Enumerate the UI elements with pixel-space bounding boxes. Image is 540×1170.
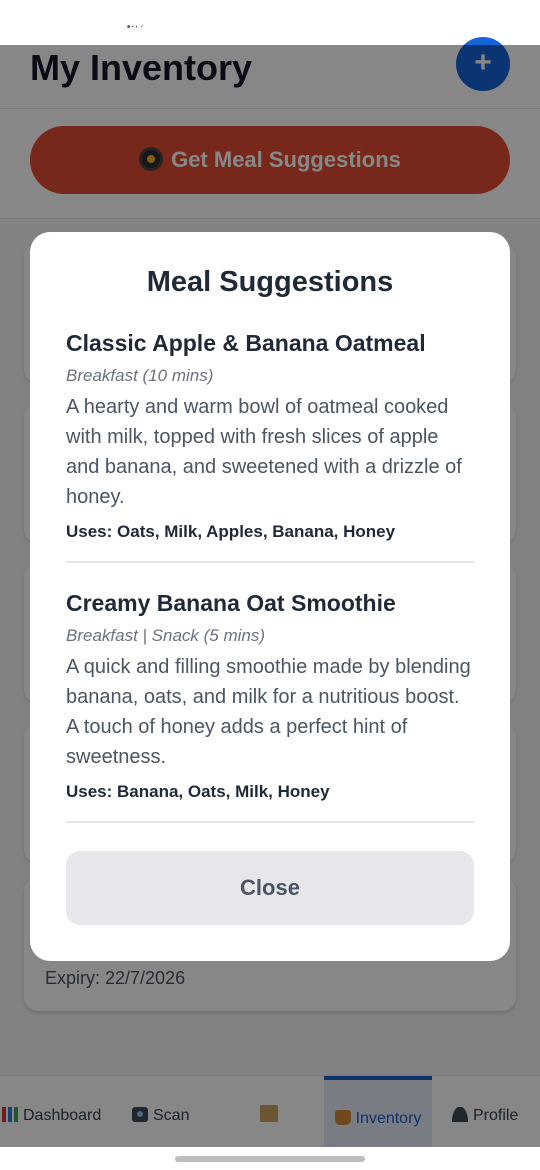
meal-ingredients: Uses: Banana, Oats, Milk, Honey	[66, 782, 330, 801]
app-screen: ■ ▪ ◐ ✓ My Inventory + Get Meal Suggesti…	[0, 0, 540, 1170]
meal-name: Creamy Banana Oat Smoothie	[66, 590, 396, 616]
meal-category: Breakfast (10 mins)	[66, 366, 214, 385]
status-bar: ■ ▪ ◐ ✓	[0, 0, 540, 45]
meal-description: A quick and filling smoothie made by ble…	[66, 656, 471, 768]
close-button[interactable]: Close	[66, 851, 474, 925]
gesture-bar	[0, 1147, 540, 1170]
meal-suggestion: Creamy Banana Oat Smoothie Breakfast | S…	[66, 588, 474, 804]
meal-name: Classic Apple & Banana Oatmeal	[66, 330, 426, 356]
home-indicator[interactable]	[175, 1156, 365, 1162]
meal-description: A hearty and warm bowl of oatmeal cooked…	[66, 396, 462, 508]
divider	[66, 561, 474, 563]
meal-suggestions-modal: Meal Suggestions Classic Apple & Banana …	[30, 232, 510, 961]
divider	[66, 821, 474, 823]
meal-ingredients: Uses: Oats, Milk, Apples, Banana, Honey	[66, 522, 396, 541]
meal-category: Breakfast | Snack (5 mins)	[66, 626, 266, 645]
modal-title: Meal Suggestions	[146, 266, 394, 298]
status-indicators: ■ ▪ ◐ ✓	[127, 24, 145, 30]
meal-suggestion: Classic Apple & Banana Oatmeal Breakfast…	[66, 328, 474, 544]
